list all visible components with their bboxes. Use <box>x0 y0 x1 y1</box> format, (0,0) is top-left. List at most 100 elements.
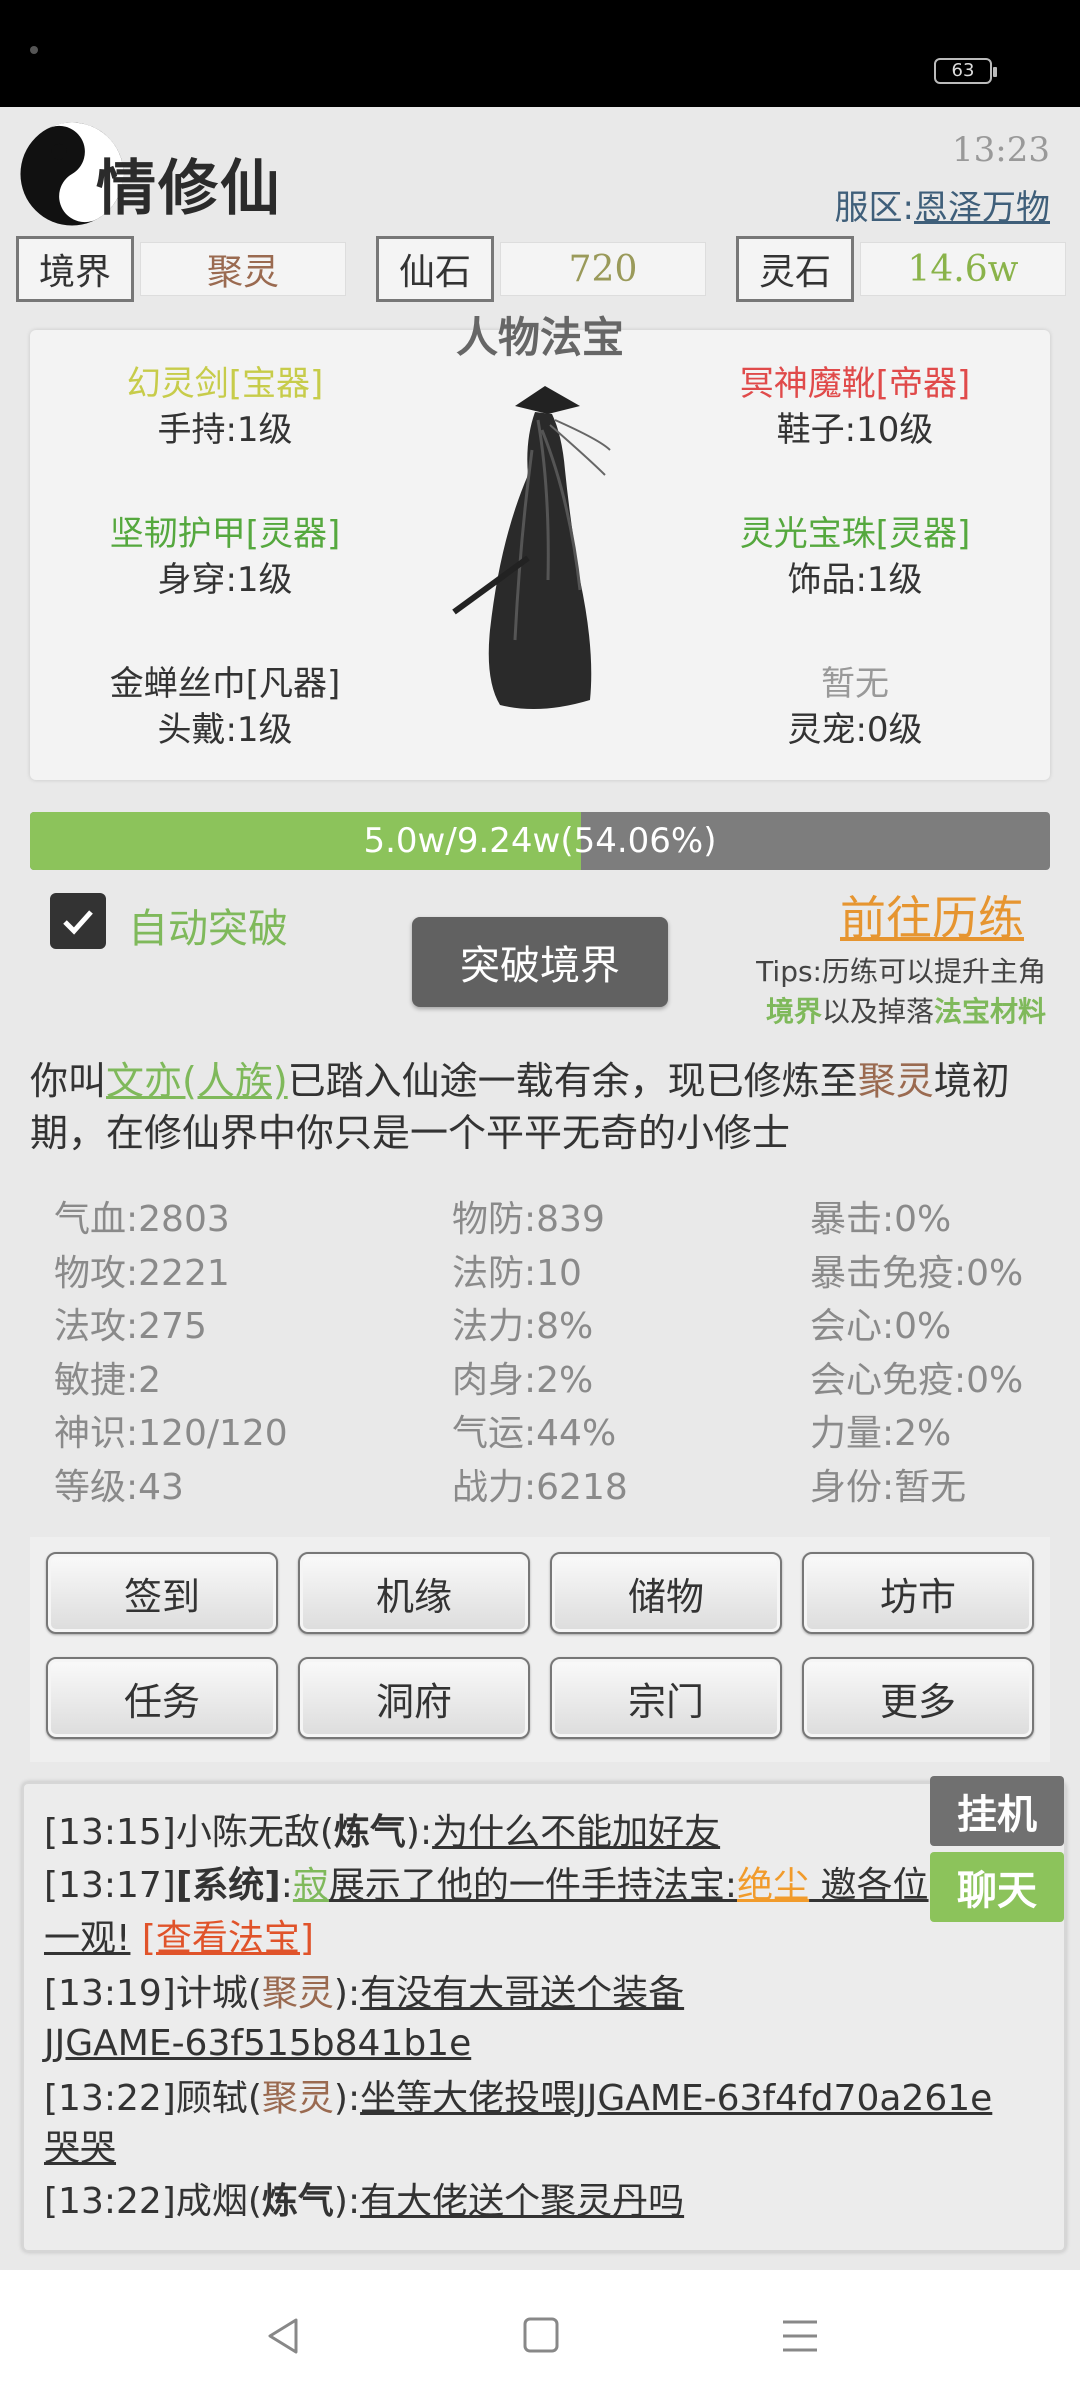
equip-armor[interactable]: 坚韧护甲[灵器] 身穿:1级 <box>45 506 405 601</box>
chat-time: [13:22] <box>44 2181 176 2222</box>
intro-realm: 聚灵 <box>857 1059 934 1103</box>
chat-user[interactable]: 成烟( <box>176 2181 262 2222</box>
tips-line-2: 境界以及掉落法宝材料 <box>726 992 1046 1032</box>
chat-user-realm: 炼气 <box>333 1812 406 1853</box>
intro-p2: 已踏入仙途一载有余，现已修炼至 <box>287 1059 858 1103</box>
chat-text: 有没有大哥送个装备 <box>360 1973 685 2014</box>
server-name-link[interactable]: 恩泽万物 <box>914 188 1050 228</box>
equip-weapon[interactable]: 幻灵剑[宝器] 手持:1级 <box>45 356 405 451</box>
attribute-value: 气运:44% <box>452 1413 617 1454</box>
sign-in-button[interactable]: 签到 <box>46 1552 278 1634</box>
attribute-value: 法力:8% <box>452 1306 594 1347</box>
chat-message: [13:22]顾轼(聚灵):坐等大佬投喂JJGAME-63f4fd70a261e <box>44 2075 1034 2123</box>
chat-tab-button[interactable]: 聊天 <box>930 1852 1064 1922</box>
attribute-value: 法防:10 <box>452 1252 582 1294</box>
chat-user-realm: 聚灵 <box>261 2078 334 2119</box>
auto-breakthrough-label[interactable]: 自动突破 <box>128 896 288 954</box>
chat-separator: ): <box>405 1812 433 1853</box>
chat-system-tag: [系统] <box>175 1865 281 1906</box>
chat-user[interactable]: 寂 <box>293 1865 329 1906</box>
chat-time: [13:22] <box>44 2078 176 2119</box>
equip-head-slot: 头戴:1级 <box>157 710 293 750</box>
server-info[interactable]: 服区:恩泽万物 <box>835 180 1050 229</box>
system-navigation-bar <box>0 2270 1080 2400</box>
stat-realm-label: 境界 <box>16 236 134 302</box>
attribute-value: 会心:0% <box>810 1306 952 1347</box>
character-intro: 你叫文亦(人族)已踏入仙途一载有余，现已修炼至聚灵境初期，在修仙界中你只是一个平… <box>30 1055 1060 1159</box>
attribute-value: 气血:2803 <box>54 1199 230 1240</box>
task-button[interactable]: 任务 <box>46 1657 278 1739</box>
sect-button[interactable]: 宗门 <box>550 1657 782 1739</box>
attribute-value: 法攻:275 <box>54 1306 207 1347</box>
attribute-value: 身份:暂无 <box>810 1466 967 1508</box>
chat-time: [13:15] <box>44 1812 176 1853</box>
tips-mid: 以及掉落 <box>821 995 934 1028</box>
intro-p1: 你叫 <box>30 1059 107 1103</box>
stat-spirit-stone-value: 14.6w <box>860 242 1066 296</box>
stat-spirit-stone-label: 灵石 <box>736 236 854 302</box>
attribute-value: 肉身:2% <box>452 1359 594 1401</box>
menu-icon[interactable] <box>780 2316 820 2356</box>
attribute-value: 会心免疫:0% <box>810 1359 1024 1401</box>
checkmark-icon <box>63 910 93 935</box>
idle-tab-button[interactable]: 挂机 <box>930 1776 1064 1846</box>
cave-button[interactable]: 洞府 <box>298 1657 530 1739</box>
stat-immortal-stone-label: 仙石 <box>376 236 494 302</box>
attribute-value: 物防:839 <box>452 1199 605 1240</box>
attribute-value: 力量:2% <box>810 1413 952 1454</box>
attribute-value: 神识:120/120 <box>54 1413 288 1454</box>
notification-dot-icon <box>30 46 38 54</box>
goto-training-link[interactable]: 前往历练 <box>840 882 1024 948</box>
equip-pet[interactable]: 暂无 灵宠:0级 <box>675 656 1035 751</box>
stat-spirit-stone: 灵石 14.6w <box>736 236 1066 302</box>
chat-text: 坐等大佬投喂JJGAME-63f4fd70a261e <box>360 2078 993 2119</box>
cultivation-progress-bar: 5.0w/9.24w(54.06%) <box>30 812 1050 870</box>
more-button[interactable]: 更多 <box>802 1657 1034 1739</box>
chat-time: [13:17] <box>44 1865 176 1906</box>
chat-user-realm: 聚灵 <box>261 1973 334 2014</box>
app-title: 情修仙 <box>96 154 282 224</box>
market-button[interactable]: 坊市 <box>802 1552 1034 1634</box>
attribute-value: 敏捷:2 <box>54 1359 162 1401</box>
equip-boots[interactable]: 冥神魔靴[帝器] 鞋子:10级 <box>675 356 1035 451</box>
attribute-value: 等级:43 <box>54 1466 184 1508</box>
equip-armor-name: 坚韧护甲[灵器] <box>109 514 341 554</box>
equip-armor-slot: 身穿:1级 <box>157 560 293 600</box>
home-icon[interactable] <box>522 2316 560 2354</box>
attribute-value: 战力:6218 <box>452 1466 628 1508</box>
chat-message: [13:19]计城(聚灵):有没有大哥送个装备 <box>44 1970 1034 2018</box>
chat-item-name[interactable]: 绝尘 <box>737 1865 809 1906</box>
chat-message-cont: JJGAME-63f515b841b1e <box>44 2020 1034 2068</box>
tips-text: Tips:历练可以提升主角 境界以及掉落法宝材料 <box>726 952 1046 1032</box>
cultivation-progress-text: 5.0w/9.24w(54.06%) <box>363 821 717 861</box>
equip-boots-slot: 鞋子:10级 <box>776 410 934 450</box>
chat-text: 展示了他的一件手持法宝: <box>328 1865 738 1906</box>
back-icon[interactable] <box>264 2316 304 2356</box>
equip-accessory[interactable]: 灵光宝珠[灵器] 饰品:1级 <box>675 506 1035 601</box>
chat-message-cont: 哭哭 <box>44 2125 1034 2173</box>
chat-user[interactable]: 顾轼( <box>176 2078 262 2119</box>
character-portrait <box>452 386 611 709</box>
storage-button[interactable]: 储物 <box>550 1552 782 1634</box>
chat-separator: ): <box>333 2078 361 2119</box>
attribute-value: 暴击免疫:0% <box>810 1252 1024 1294</box>
equip-head[interactable]: 金蝉丝巾[凡器] 头戴:1级 <box>45 656 405 751</box>
chat-message: [13:15]小陈无敌(炼气):为什么不能加好友 <box>44 1809 1034 1857</box>
chat-separator: ): <box>333 1973 361 2014</box>
battery-indicator: 63 <box>934 58 997 84</box>
breakthrough-button[interactable]: 突破境界 <box>412 917 668 1007</box>
chat-message: [13:17][系统]:寂展示了他的一件手持法宝:绝尘 邀各位 <box>44 1862 944 1910</box>
tips-line-1: Tips:历练可以提升主角 <box>756 955 1046 988</box>
status-bar: 63 <box>0 0 1080 107</box>
chat-text: 哭哭 <box>44 2128 117 2169</box>
character-name-link[interactable]: 文亦(人族) <box>106 1059 288 1103</box>
stat-realm: 境界 聚灵 <box>16 236 346 302</box>
view-treasure-link[interactable]: [查看法宝] <box>142 1918 314 1959</box>
chat-user[interactable]: 计城( <box>176 1973 262 2014</box>
server-label: 服区: <box>834 188 914 228</box>
chat-user[interactable]: 小陈无敌( <box>176 1812 334 1853</box>
equip-pet-slot: 灵宠:0级 <box>787 710 923 750</box>
fortune-button[interactable]: 机缘 <box>298 1552 530 1634</box>
auto-breakthrough-checkbox[interactable] <box>50 893 106 949</box>
stat-realm-value: 聚灵 <box>140 242 346 296</box>
